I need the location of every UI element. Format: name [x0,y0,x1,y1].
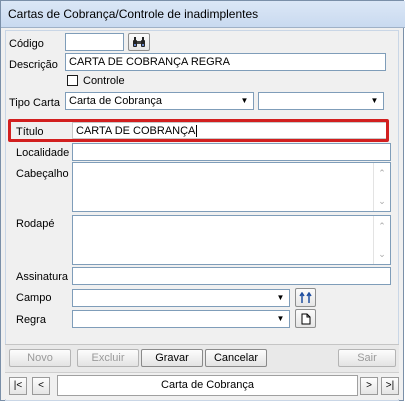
chevron-down-icon[interactable]: ⌄ [374,246,390,262]
chevron-up-icon[interactable]: ⌃ [374,218,390,234]
chevron-up-icon[interactable]: ⌃ [374,165,390,181]
rodape-scrollbar[interactable]: ⌃ ⌄ [373,216,390,264]
search-button[interactable] [128,33,150,51]
localidade-input[interactable] [72,143,391,161]
controle-checkbox[interactable] [67,75,78,86]
localidade-label: Localidade [16,147,70,159]
controle-label: Controle [83,75,125,87]
sair-button[interactable]: Sair [338,349,396,367]
tipo-carta-select[interactable]: Carta de Cobrança ▼ [65,92,254,110]
record-navigator: |< < Carta de Cobrança > >| [5,372,399,399]
assinatura-input[interactable] [72,267,391,285]
cabecalho-textarea[interactable]: ⌃ ⌄ [72,162,391,212]
title-bar: Cartas de Cobrança/Controle de inadimple… [1,1,405,28]
chevron-down-icon[interactable]: ▼ [273,312,288,326]
cancelar-button[interactable]: Cancelar [205,349,267,367]
document-icon [301,313,310,324]
new-rule-button[interactable] [295,309,316,328]
insert-field-button[interactable] [295,288,316,307]
tipo-carta-label: Tipo Carta [9,97,60,109]
chevron-down-icon[interactable]: ▼ [237,94,252,108]
last-record-button[interactable]: >| [381,377,399,395]
campo-select[interactable]: ▼ [72,289,290,307]
main-window: Cartas de Cobrança/Controle de inadimple… [0,0,405,401]
next-record-button[interactable]: > [360,377,378,395]
gravar-button[interactable]: Gravar [141,349,203,367]
regra-select[interactable]: ▼ [72,310,290,328]
prev-record-button[interactable]: < [32,377,50,395]
descricao-label: Descrição [9,59,58,71]
titulo-highlight [8,119,389,142]
rodape-label: Rodapé [16,218,55,230]
cabecalho-label: Cabeçalho [16,168,69,180]
regra-label: Regra [16,314,46,326]
tipo-carta-secondary-select[interactable]: ▼ [258,92,384,110]
tipo-carta-value: Carta de Cobrança [69,95,162,107]
action-bar: Novo Excluir Gravar Cancelar Sair [5,344,399,372]
window-title: Cartas de Cobrança/Controle de inadimple… [8,7,259,21]
assinatura-label: Assinatura [16,271,68,283]
first-record-button[interactable]: |< [9,377,27,395]
binoculars-icon [133,36,145,47]
excluir-button[interactable]: Excluir [77,349,139,367]
current-record-label: Carta de Cobrança [57,375,358,396]
codigo-label: Código [9,38,44,50]
up-arrows-icon [298,291,312,303]
descricao-input[interactable]: CARTA DE COBRANÇA REGRA [65,53,386,71]
campo-label: Campo [16,292,52,304]
cabecalho-scrollbar[interactable]: ⌃ ⌄ [373,163,390,211]
chevron-down-icon[interactable]: ▼ [367,94,382,108]
chevron-down-icon[interactable]: ▼ [273,291,288,305]
codigo-input[interactable] [65,33,124,51]
chevron-down-icon[interactable]: ⌄ [374,193,390,209]
novo-button[interactable]: Novo [9,349,71,367]
rodape-textarea[interactable]: ⌃ ⌄ [72,215,391,265]
